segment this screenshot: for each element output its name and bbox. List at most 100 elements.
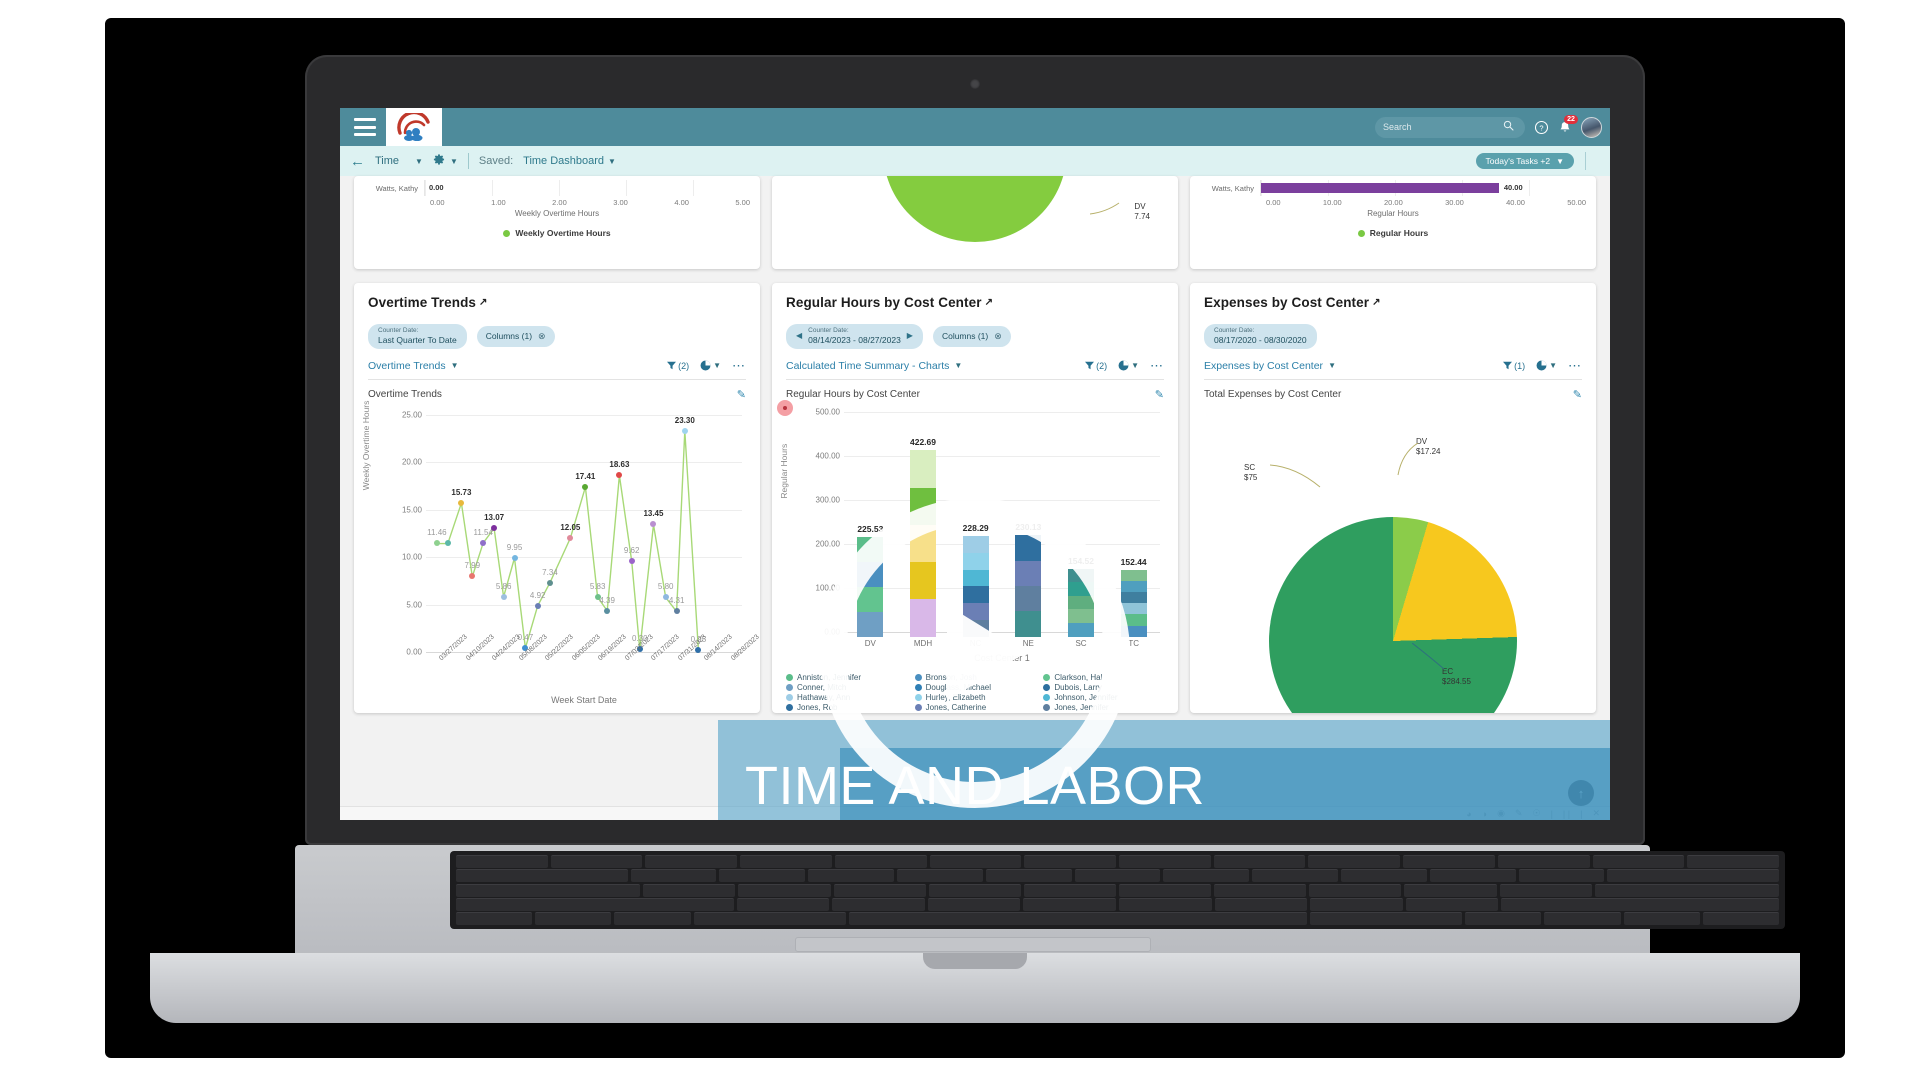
data-point[interactable] — [500, 593, 507, 600]
bar[interactable]: 228.29 — [962, 523, 989, 637]
scroll-to-top-icon[interactable]: ↑ — [1568, 780, 1594, 806]
bar-segment — [1015, 611, 1042, 637]
dashboard-canvas: Watts, Kathy 0.00 0.00 1.00 2.00 3.00 4.… — [340, 176, 1610, 820]
todays-tasks-button[interactable]: Today's Tasks +2 ▼ — [1475, 153, 1574, 169]
data-point[interactable] — [433, 540, 440, 547]
legend-item[interactable]: Hurley, Elizabeth — [914, 692, 1036, 702]
axis-tick: 2.00 — [552, 198, 567, 207]
data-point[interactable] — [604, 607, 611, 614]
legend-item[interactable]: Hathaway, Ann — [786, 693, 907, 702]
filter-count: (2) — [678, 360, 690, 371]
chart-type-icon[interactable]: ▼ — [1118, 360, 1139, 371]
back-arrow-icon[interactable]: ← — [350, 154, 365, 169]
chip-counter-date-range[interactable]: ◀ Counter Date: 08/14/2023 - 08/27/2023 … — [786, 324, 923, 349]
bell-icon[interactable]: 22 — [1558, 114, 1578, 135]
chart-title: Regular Hours by Cost Center — [786, 388, 920, 400]
report-selector[interactable]: Expenses by Cost Center ▼ — [1204, 360, 1336, 372]
search-box[interactable] — [1375, 116, 1525, 138]
hamburger-icon[interactable] — [354, 118, 376, 136]
chip-columns[interactable]: Columns (1) ⊗ — [476, 325, 555, 347]
chart-type-icon[interactable]: ▼ — [1536, 360, 1557, 371]
previous-period-icon[interactable]: ◀ — [796, 331, 802, 341]
close-icon[interactable]: ⊗ — [538, 331, 546, 342]
data-point[interactable] — [444, 540, 451, 547]
data-point[interactable] — [546, 579, 553, 586]
data-point[interactable] — [480, 539, 487, 546]
filter-icon[interactable]: (2) — [1085, 361, 1107, 371]
legend-item[interactable]: Douglass, Michael — [914, 683, 1036, 692]
filter-icon[interactable]: (2) — [667, 361, 689, 371]
more-options-icon[interactable]: ⋯ — [1568, 359, 1582, 372]
search-input[interactable] — [1383, 122, 1503, 132]
legend-item[interactable]: Jones, Rob — [786, 703, 907, 712]
data-point[interactable] — [469, 573, 476, 580]
external-link-icon[interactable]: ↗ — [985, 297, 993, 308]
chip-counter-date[interactable]: Counter Date: 08/17/2020 - 08/30/2020 — [1204, 324, 1317, 349]
pencil-icon[interactable]: ✎ — [737, 388, 746, 401]
data-point[interactable] — [458, 499, 465, 506]
pencil-icon[interactable]: ✎ — [1515, 808, 1523, 819]
pie-chart: SC $75 DV $17.24 EC $284.55 — [1204, 405, 1582, 713]
search-icon[interactable] — [1503, 118, 1514, 136]
legend-item[interactable]: Jones, Jennifer — [1043, 703, 1164, 712]
axis-tick: 5.00 — [735, 198, 750, 207]
close-icon[interactable]: ⊗ — [994, 331, 1002, 342]
legend-item[interactable]: Anniston, Jennifer — [786, 673, 907, 682]
data-point[interactable] — [662, 594, 669, 601]
legend-label: Hurley, Elizabeth — [925, 692, 986, 702]
data-point[interactable] — [650, 521, 657, 528]
row-track: 0.00 — [424, 180, 760, 196]
toolbar-icon[interactable]: ◉ — [1497, 808, 1505, 819]
data-point[interactable] — [628, 557, 635, 564]
bar[interactable]: 422.69 — [910, 437, 936, 637]
module-selector[interactable]: Time ▼ — [375, 155, 423, 167]
pencil-icon[interactable]: ✎ — [1155, 388, 1164, 401]
legend-item[interactable]: Clarkson, Hal — [1043, 673, 1164, 682]
external-link-icon[interactable]: ↗ — [479, 297, 487, 308]
saved-dashboard-selector[interactable]: Time Dashboard ▼ — [523, 155, 616, 167]
data-point[interactable] — [491, 525, 498, 532]
key-row — [456, 912, 1779, 925]
gear-icon — [433, 153, 446, 169]
settings-menu[interactable]: ▼ — [433, 153, 458, 169]
data-point[interactable] — [681, 427, 688, 434]
toolbar-icon[interactable]: ☉ — [1533, 808, 1541, 819]
bar-chart: Regular Hours 500.00 400.00 300.00 200.0… — [779, 405, 1164, 637]
chart-type-icon[interactable]: ▼ — [700, 360, 721, 371]
data-point[interactable] — [534, 602, 541, 609]
more-options-icon[interactable]: ⋯ — [732, 359, 746, 372]
data-point[interactable] — [582, 483, 589, 490]
help-icon[interactable]: ? — [1534, 120, 1549, 135]
chevron-down-icon: ▼ — [415, 156, 423, 166]
pencil-icon[interactable]: ✎ — [1573, 388, 1582, 401]
legend-item[interactable]: Conner, Mitch — [786, 683, 907, 692]
report-selector[interactable]: Overtime Trends ▼ — [368, 360, 459, 372]
more-options-icon[interactable]: ⋯ — [1150, 359, 1164, 372]
legend-item[interactable]: Dubois, Larry — [1043, 683, 1164, 692]
chip-columns[interactable]: Columns (1) ⊗ — [932, 325, 1011, 347]
toolbar-icon[interactable]: ◕ — [1466, 809, 1471, 819]
external-link-icon[interactable]: ↗ — [1372, 297, 1380, 308]
next-period-icon[interactable]: ▶ — [907, 331, 913, 341]
data-point[interactable] — [673, 608, 680, 615]
filter-icon[interactable]: (1) — [1503, 361, 1525, 371]
data-point[interactable] — [616, 472, 623, 479]
legend-item[interactable]: Jones, Catherine — [914, 702, 1036, 712]
legend-label: Jones, Catherine — [925, 702, 987, 712]
data-point[interactable] — [567, 534, 574, 541]
report-selector[interactable]: Calculated Time Summary - Charts ▼ — [786, 360, 962, 372]
avatar[interactable] — [1581, 116, 1602, 138]
data-point[interactable] — [511, 554, 518, 561]
pause-icon[interactable]: | | — [1563, 809, 1570, 819]
toolbar-icon[interactable]: ◑ — [1482, 809, 1487, 819]
close-icon[interactable]: ✕ — [1592, 808, 1600, 819]
bar-segment — [962, 536, 989, 553]
chip-counter-date[interactable]: Counter Date: Last Quarter To Date — [368, 324, 467, 349]
bar[interactable]: 225.53 — [857, 524, 884, 637]
company-logo[interactable] — [386, 108, 442, 146]
bar[interactable]: 152.44 — [1120, 557, 1147, 637]
bar[interactable]: 154.52 — [1068, 556, 1094, 637]
bar[interactable]: 230.13 — [1015, 522, 1042, 637]
legend-item[interactable]: Bronson, Josh — [914, 673, 1036, 682]
legend-item[interactable]: Johnson, Jennifer — [1043, 693, 1164, 702]
